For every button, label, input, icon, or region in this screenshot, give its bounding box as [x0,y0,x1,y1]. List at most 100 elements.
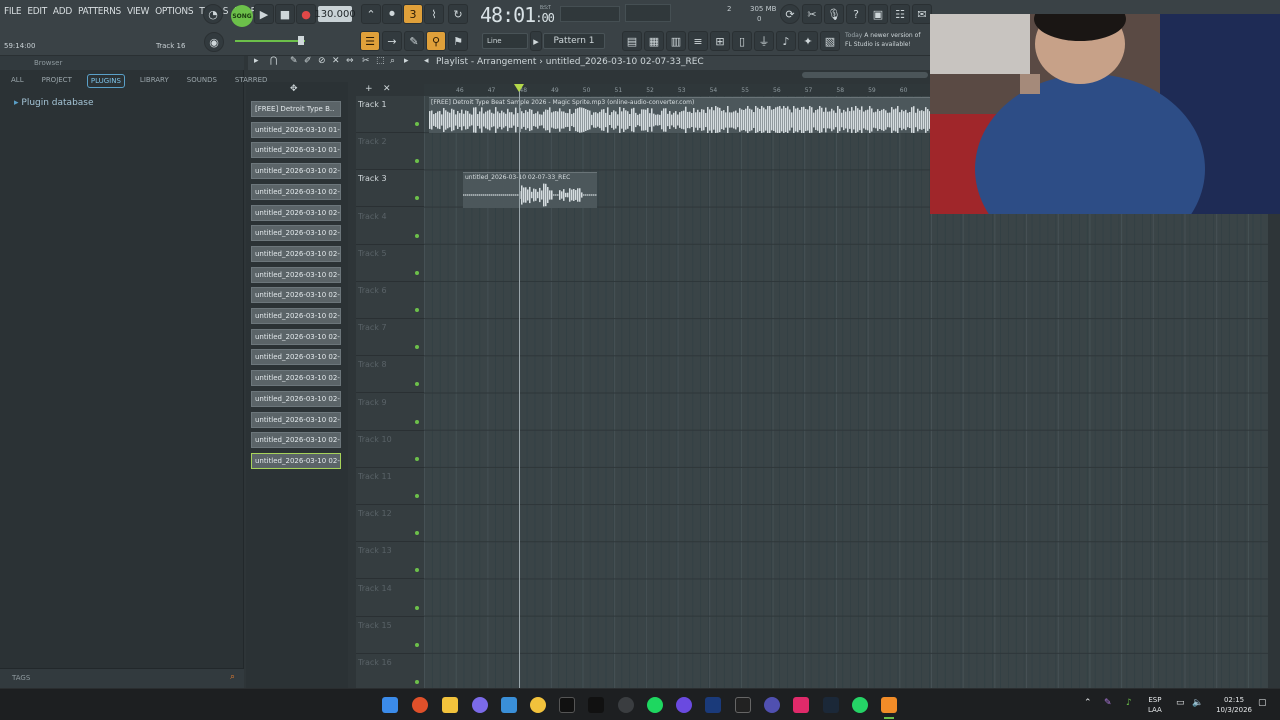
touch-icon[interactable]: ✦ [798,31,818,51]
plugin-database-folder[interactable]: ▸ Plugin database [14,98,94,108]
picker-item[interactable]: untitled_2026-03-10 02-.. [251,287,341,304]
stop-button[interactable]: ■ [275,4,295,24]
brave-icon[interactable] [412,697,428,713]
mixer-window-icon[interactable]: ≡ [688,31,708,51]
playlist-window-icon[interactable]: ▤ [622,31,642,51]
tiktok-studio-icon[interactable] [793,697,809,713]
mixer-icon[interactable]: ☷ [890,4,910,24]
menu-options[interactable]: OPTIONS [155,6,193,17]
file-explorer-icon[interactable] [442,697,458,713]
snap-selector[interactable]: Line [482,33,528,49]
picker-item[interactable]: untitled_2026-03-10 02-.. [251,411,341,428]
track-mute-led[interactable] [415,456,419,461]
menu-view[interactable]: VIEW [127,6,149,17]
track-header[interactable]: Track 3 [356,170,424,208]
timeline-ruler[interactable]: 46 47 48 49 50 51 52 53 54 55 56 57 58 59 60 [424,84,930,96]
track-header[interactable]: Track 4 [356,208,424,245]
picker-item[interactable]: untitled_2026-03-10 02-.. [251,452,341,469]
mic-tray-icon[interactable]: ♪ [1126,698,1132,708]
play-button[interactable]: ▶ [254,4,274,24]
picker-item[interactable]: untitled_2026-03-10 02-.. [251,163,341,180]
paint-tool-icon[interactable]: ✐ [304,56,312,66]
master-volume-handle[interactable] [298,36,304,45]
picker-item[interactable]: untitled_2026-03-10 02-.. [251,390,341,407]
news-icon[interactable]: ▧ [820,31,840,51]
track-mute-led[interactable] [415,122,419,126]
playhead-marker[interactable] [514,84,524,92]
slip-tool-icon[interactable]: ⇔ [346,56,354,66]
pattern-selector[interactable]: Pattern 1 [543,33,605,49]
pen-icon[interactable]: ✎ [1104,698,1112,708]
track-header[interactable]: Track 2 [356,133,424,171]
track-mute-led[interactable] [415,382,419,387]
menu-file[interactable]: FILE [4,6,22,17]
picker-item[interactable]: untitled_2026-03-10 02-.. [251,204,341,221]
horizontal-scrollbar[interactable] [802,72,928,78]
microphone-icon[interactable]: 🎙 [824,4,844,24]
cpu-meter-icon[interactable]: ◔ [203,4,223,24]
picker-item[interactable]: [FREE] Detroit Type B.. [251,101,341,117]
track-header[interactable]: Track 15 [356,617,424,654]
track-header[interactable]: Track 13 [356,542,424,580]
track-mute-led[interactable] [415,568,419,573]
plugin-picker-icon[interactable]: ▯ [732,31,752,51]
track-mute-led[interactable] [415,680,419,684]
picker-item[interactable]: untitled_2026-03-10 02-.. [251,245,341,262]
tab-project[interactable]: PROJECT [39,74,75,88]
track-mute-led[interactable] [415,642,419,647]
tab-library[interactable]: LIBRARY [137,74,172,88]
picker-item[interactable]: untitled_2026-03-10 01-.. [251,142,341,159]
picker-item[interactable]: untitled_2026-03-10 02-.. [251,328,341,345]
master-volume-slider[interactable] [235,40,305,42]
menu-add[interactable]: ADD [53,6,72,17]
track-header[interactable]: Track 6 [356,282,424,319]
stamp-icon[interactable]: ⚑ [448,31,468,51]
capcut-icon[interactable] [559,697,575,713]
track-mute-led[interactable] [415,494,419,498]
picker-item[interactable]: untitled_2026-03-10 02-.. [251,432,341,449]
windows-start-icon[interactable] [382,697,398,713]
picker-item[interactable]: untitled_2026-03-10 02-.. [251,266,341,283]
photoshop-icon[interactable] [705,697,721,713]
update-notice[interactable]: Today A newer version of FL Studio is av… [845,31,920,49]
track-header[interactable]: Track 14 [356,580,424,617]
select-tool-icon[interactable]: ⬚ [376,56,385,66]
tempo-display[interactable]: 130.000 [314,6,356,22]
track-header[interactable]: Track 11 [356,468,424,505]
language-indicator[interactable]: ESP LAA [1148,695,1162,715]
terminal-icon[interactable] [735,697,751,713]
steam-icon[interactable] [823,697,839,713]
piano-roll-icon[interactable]: ▥ [666,31,686,51]
playlist-view-icon[interactable]: ☰ [360,31,380,51]
tab-sounds[interactable]: SOUNDS [184,74,220,88]
delete-tool-icon[interactable]: ⊘ [318,56,326,66]
record-button[interactable]: ● [296,4,316,24]
arrow-right-icon[interactable]: → [382,31,402,51]
picker-item[interactable]: untitled_2026-03-10 01-.. [251,121,341,138]
track-mute-led[interactable] [415,233,419,238]
chat-icon[interactable]: ✉ [912,4,932,24]
picker-item[interactable]: untitled_2026-03-10 02-.. [251,308,341,324]
tools-icon[interactable]: ✂ [802,4,822,24]
whatsapp-icon[interactable] [852,697,868,713]
pencil-icon[interactable]: ✎ [404,31,424,51]
track-header[interactable]: Track 10 [356,431,424,468]
playhead-line[interactable] [519,84,520,688]
zoom-tool-icon[interactable]: ⌕ [390,56,395,66]
track-mute-led[interactable] [415,159,419,164]
search-icon[interactable]: ⌕ [230,672,235,682]
menu-patterns[interactable]: PATTERNS [78,6,121,17]
playback-tool-icon[interactable]: ▸ [404,56,409,66]
wait-input-icon[interactable]: ⏺ [382,4,402,24]
track-header[interactable]: Track 1 [356,96,424,133]
tray-chevron-icon[interactable]: ⌃ [1084,698,1092,708]
track-header[interactable]: Track 12 [356,505,424,543]
track-mute-led[interactable] [415,308,419,312]
picker-item[interactable]: untitled_2026-03-10 02-.. [251,183,341,200]
magnet-icon[interactable]: ⋂ [270,56,277,66]
link-icon[interactable]: ⚲ [426,31,446,51]
track-header[interactable]: Track 5 [356,245,424,282]
guitar-icon[interactable]: ♪ [776,31,796,51]
picker-item[interactable]: untitled_2026-03-10 02-.. [251,370,341,387]
refresh-icon[interactable]: ⟳ [780,4,800,24]
